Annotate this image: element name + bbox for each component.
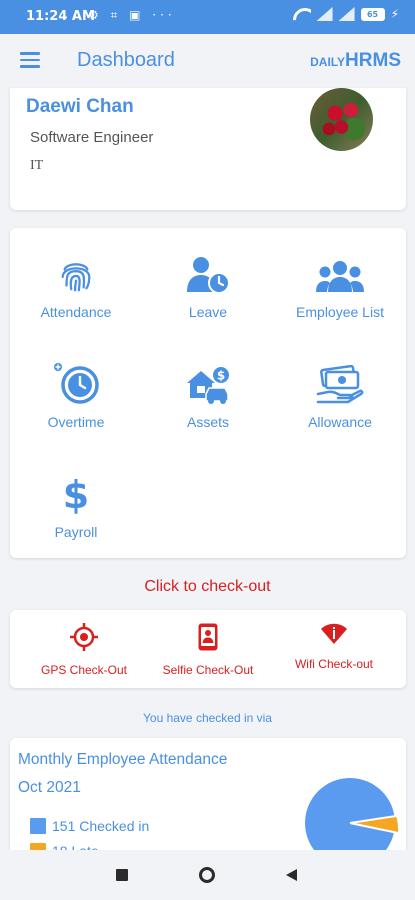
status-time: 11:24 AM <box>26 9 95 24</box>
wifi-icon <box>321 623 347 644</box>
gps-target-icon <box>70 623 98 651</box>
signal-icon-2 <box>339 7 355 21</box>
employee-name: Daewi Chan <box>26 96 134 117</box>
svg-text:$: $ <box>64 474 88 514</box>
recents-icon[interactable] <box>116 869 128 881</box>
home-icon[interactable] <box>199 867 215 883</box>
status-right-icons: 65 ⚡ <box>293 7 399 21</box>
menu-payroll[interactable]: $ Payroll <box>10 468 142 568</box>
system-nav-bar <box>0 850 415 900</box>
menu-label: Payroll <box>54 524 98 540</box>
checkout-label: Selfie Check-Out <box>162 663 254 677</box>
profile-card[interactable]: Daewi Chan Software Engineer IT <box>10 88 406 210</box>
hamburger-menu-icon[interactable] <box>20 52 40 68</box>
menu-overtime[interactable]: Overtime <box>10 358 142 458</box>
menu-leave[interactable]: Leave <box>142 248 274 348</box>
menu-label: Assets <box>186 414 229 430</box>
attendance-title: Monthly Employee Attendance <box>18 751 228 768</box>
brand-logo: DAILYHRMS <box>310 50 401 72</box>
house-car-icon: $ <box>187 367 229 404</box>
svg-text:$: $ <box>217 369 225 383</box>
gps-checkout-button[interactable]: GPS Check-Out <box>32 622 136 677</box>
wifi-checkout-button[interactable]: Wifi Check-out <box>282 622 386 671</box>
menu-employee-list[interactable]: Employee List <box>274 248 406 348</box>
menu-label: Attendance <box>40 304 112 320</box>
status-bar: 11:24 AM ⚙ ⌗ ▣ ··· 65 ⚡ <box>0 0 415 34</box>
status-notification-icons: ⚙ ⌗ ▣ ··· <box>88 8 176 22</box>
users-icon <box>316 261 364 292</box>
menu-allowance[interactable]: Allowance <box>274 358 406 458</box>
checkout-label: GPS Check-Out <box>40 663 128 677</box>
charging-icon: ⚡ <box>390 7 399 21</box>
checkout-card: GPS Check-Out Selfie Check-Out Wifi Chec… <box>10 610 406 688</box>
menu-label: Allowance <box>308 414 372 430</box>
clock-plus-icon <box>54 363 99 404</box>
legend-swatch-checked-in <box>30 818 46 834</box>
fingerprint-icon <box>61 263 91 292</box>
page-title: Dashboard <box>77 49 175 71</box>
menu-attendance[interactable]: Attendance <box>10 248 142 348</box>
selfie-checkout-button[interactable]: Selfie Check-Out <box>156 622 260 677</box>
employee-department: IT <box>30 158 44 173</box>
menu-label: Overtime <box>47 414 105 430</box>
checkout-title: Click to check-out <box>144 578 271 595</box>
battery-icon: 65 <box>360 7 385 21</box>
brand-small: DAILY <box>310 55 346 69</box>
wifi-status-icon <box>293 7 311 21</box>
attendance-card[interactable]: Monthly Employee Attendance Oct 2021 151… <box>10 738 406 868</box>
checkout-label: Wifi Check-out <box>294 657 374 671</box>
employee-role: Software Engineer <box>30 129 154 146</box>
menu-assets[interactable]: $ Assets <box>142 358 274 458</box>
app-bar: Dashboard DAILYHRMS <box>0 34 415 88</box>
checked-in-text: You have checked in via <box>143 711 272 725</box>
legend-checked-in: 151 Checked in <box>30 818 149 834</box>
user-clock-icon <box>187 257 230 294</box>
avatar[interactable] <box>310 88 373 151</box>
dollar-icon: $ <box>64 474 88 514</box>
brand-large: HRMS <box>345 50 401 71</box>
legend-label: 151 Checked in <box>52 818 150 834</box>
back-icon[interactable] <box>286 869 297 881</box>
menu-label: Employee List <box>296 304 384 320</box>
selfie-phone-icon <box>198 623 218 651</box>
signal-icon <box>317 7 333 21</box>
attendance-month: Oct 2021 <box>18 779 81 796</box>
menu-grid: Attendance Leave Employee List Overtime … <box>10 228 406 558</box>
money-hand-icon <box>316 364 364 404</box>
menu-label: Leave <box>188 304 228 320</box>
